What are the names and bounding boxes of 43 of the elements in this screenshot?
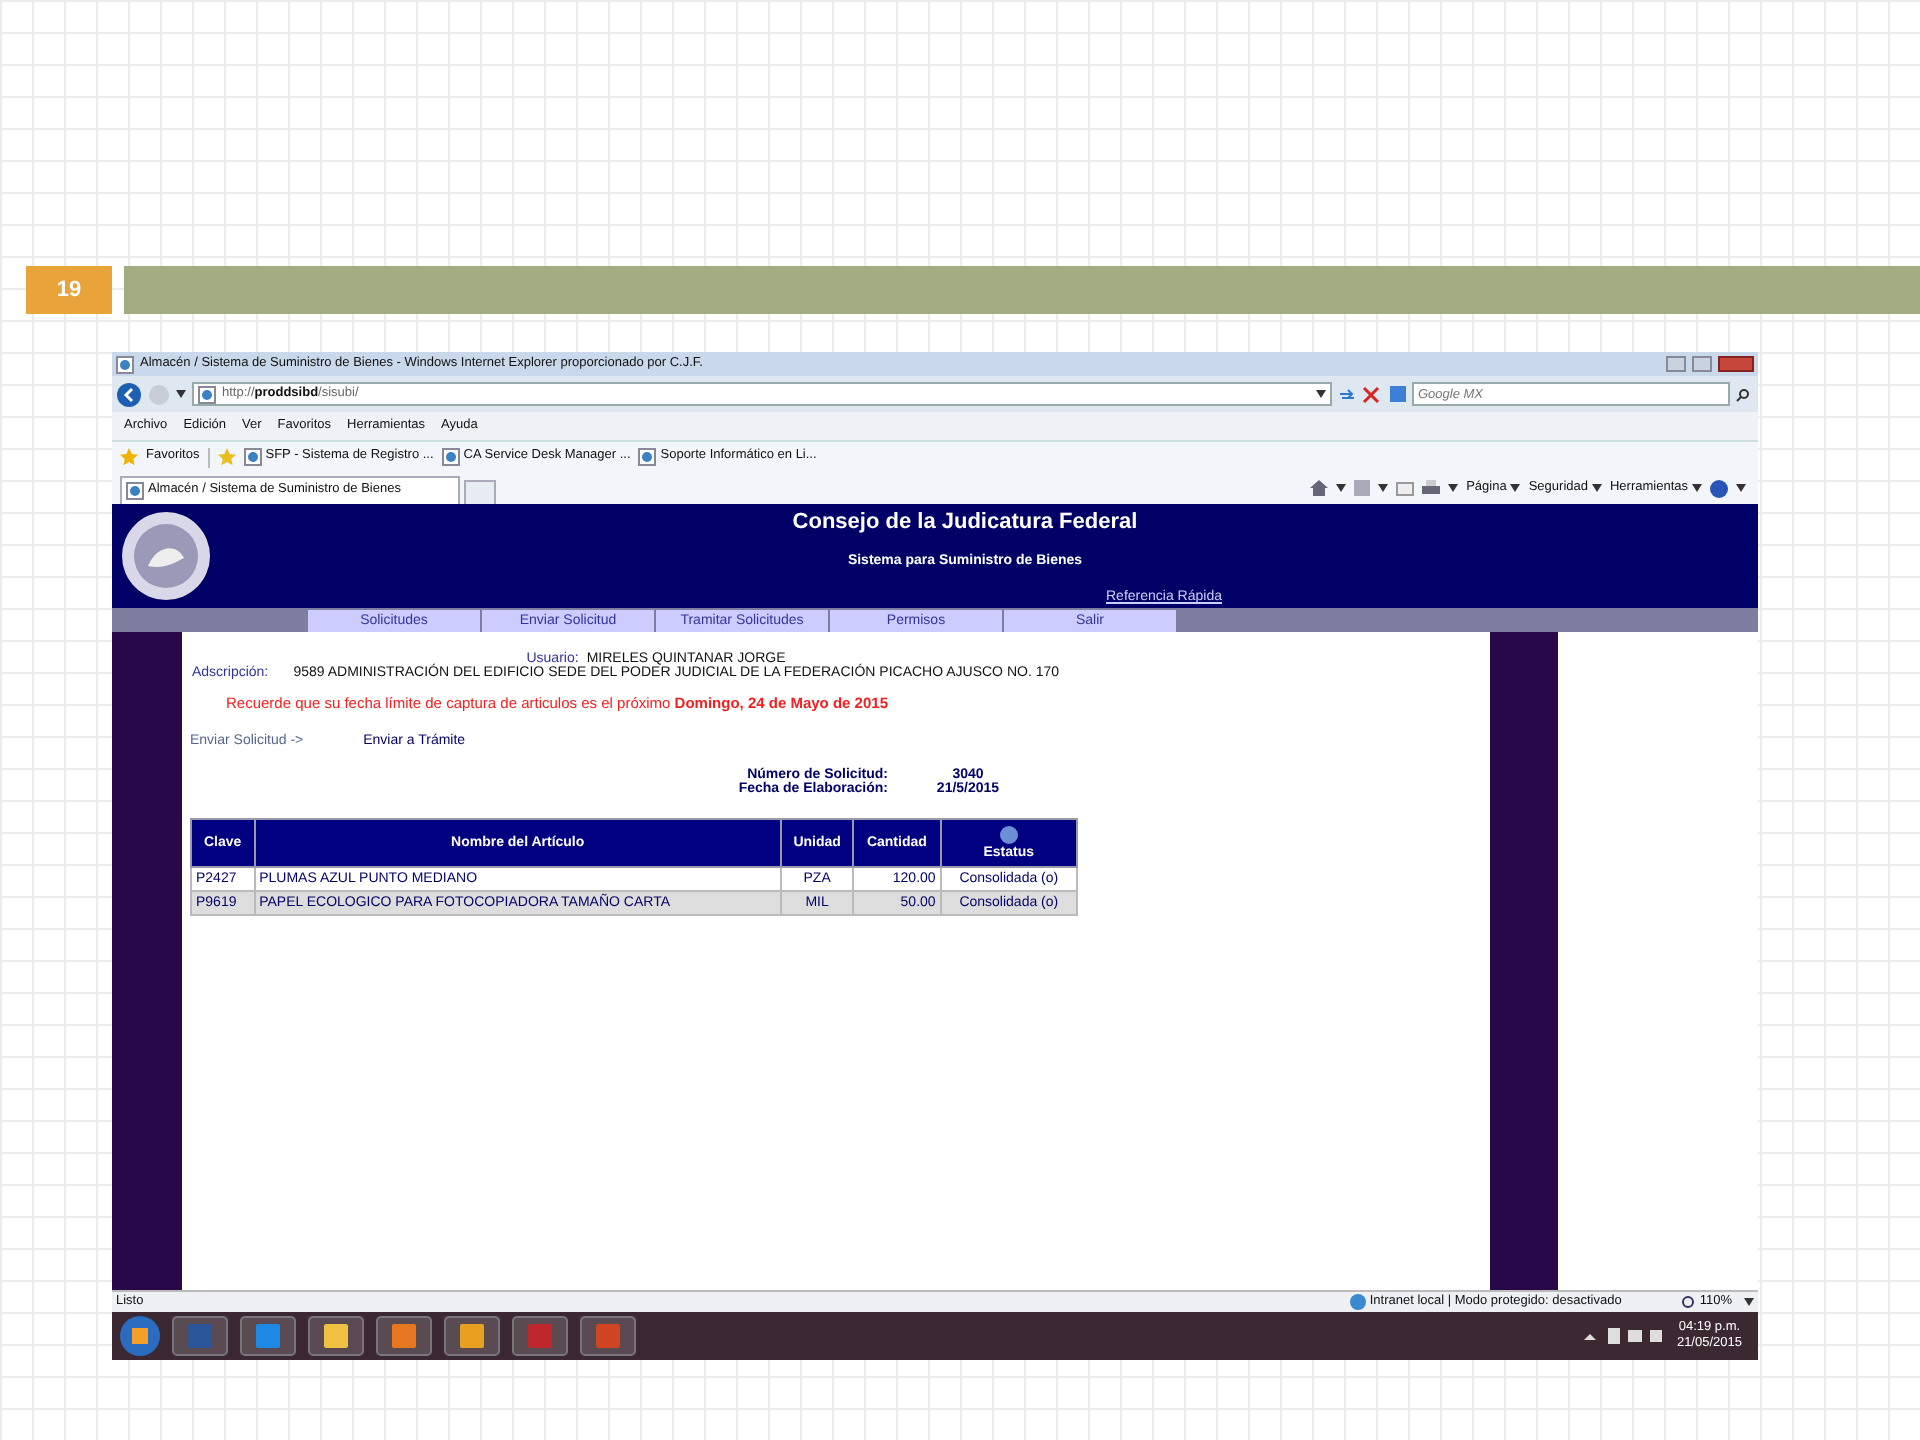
caret-icon bbox=[1448, 484, 1459, 492]
caret-icon bbox=[1510, 484, 1521, 492]
caret-icon bbox=[1736, 484, 1746, 492]
globe-page-icon bbox=[126, 482, 144, 500]
help-icon[interactable] bbox=[1710, 479, 1728, 497]
globe-page-icon bbox=[198, 385, 216, 403]
globe-page-icon bbox=[638, 448, 657, 466]
caret-icon bbox=[176, 390, 186, 398]
printer-icon[interactable] bbox=[1422, 480, 1441, 496]
globe-page-icon bbox=[441, 448, 460, 466]
star-icon bbox=[120, 448, 138, 466]
app-icon[interactable] bbox=[376, 1316, 432, 1356]
caret-icon bbox=[1744, 1298, 1754, 1306]
feed-icon[interactable] bbox=[1354, 480, 1371, 496]
refresh-icon[interactable] bbox=[1338, 385, 1356, 403]
globe-icon bbox=[1349, 1294, 1366, 1310]
slide-number: 19 bbox=[26, 266, 112, 314]
new-tab-button[interactable] bbox=[464, 480, 496, 504]
app-icon[interactable] bbox=[444, 1316, 500, 1356]
emblem-icon bbox=[120, 510, 212, 602]
caret-icon bbox=[1378, 484, 1389, 492]
minimize-button[interactable] bbox=[1666, 356, 1686, 372]
add-favorite-icon[interactable] bbox=[217, 448, 236, 466]
help-icon[interactable] bbox=[999, 825, 1018, 843]
globe-page-icon bbox=[116, 355, 134, 373]
caret-icon bbox=[1336, 484, 1347, 492]
back-icon[interactable] bbox=[116, 381, 142, 407]
header-title: Consejo de la Judicatura Federal bbox=[792, 512, 1138, 534]
maximize-button[interactable] bbox=[1692, 356, 1712, 372]
globe-page-icon bbox=[243, 448, 262, 466]
close-button[interactable] bbox=[1718, 356, 1754, 372]
caret-icon bbox=[1316, 390, 1326, 398]
app-icon[interactable] bbox=[308, 1316, 364, 1356]
search-provider-icon bbox=[1390, 386, 1406, 402]
search-icon[interactable] bbox=[1736, 387, 1750, 401]
mail-icon[interactable] bbox=[1396, 481, 1415, 495]
home-icon[interactable] bbox=[1310, 480, 1329, 496]
zoom-icon bbox=[1681, 1295, 1696, 1309]
start-icon[interactable] bbox=[120, 1316, 160, 1356]
caret-icon bbox=[1591, 484, 1602, 492]
stop-icon[interactable] bbox=[1362, 385, 1380, 403]
caret-icon bbox=[1692, 484, 1702, 492]
app-icon[interactable] bbox=[240, 1316, 296, 1356]
